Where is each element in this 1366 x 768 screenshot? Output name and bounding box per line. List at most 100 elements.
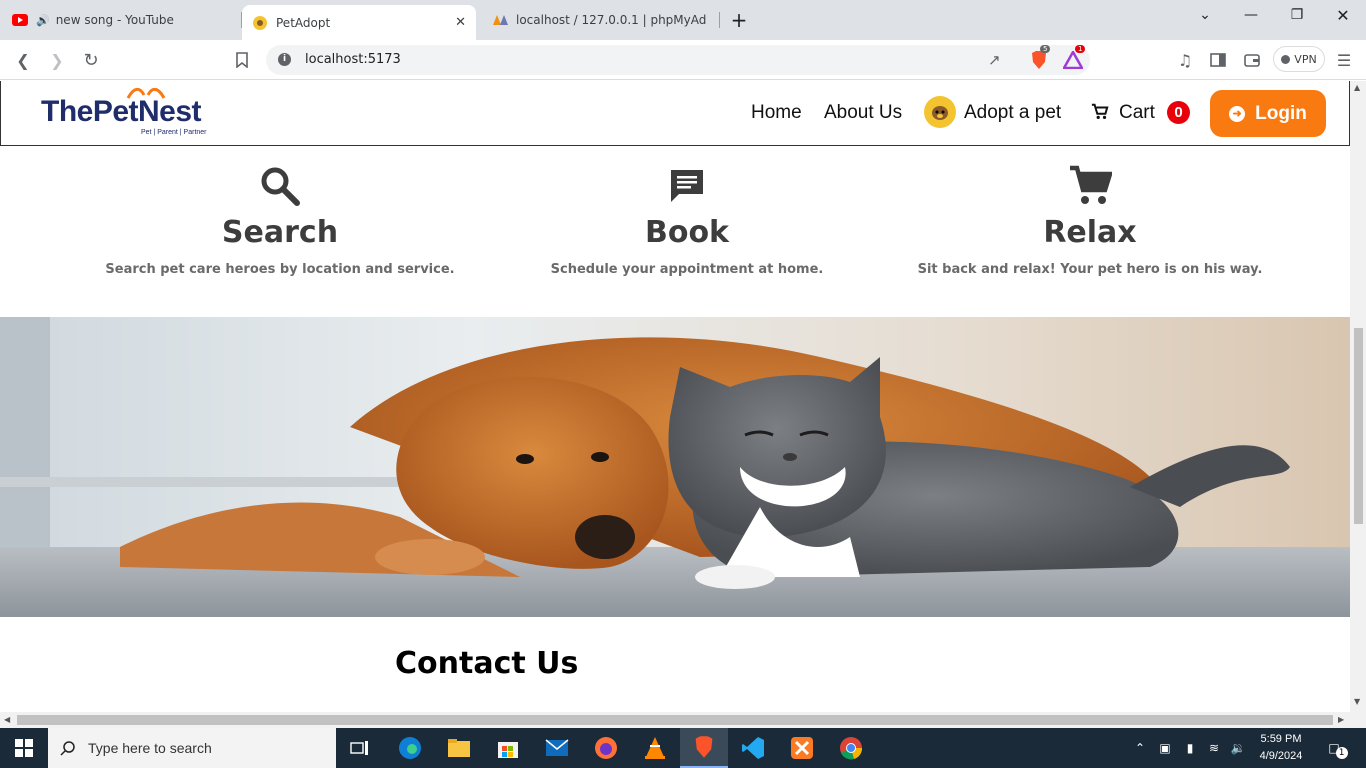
- nav-home-link[interactable]: Home: [751, 102, 802, 124]
- site-navbar: ThePetNest Pet | Parent | Partner Home A…: [0, 81, 1350, 146]
- speaker-icon[interactable]: 🔊: [36, 14, 50, 27]
- tab-petadopt[interactable]: PetAdopt ✕: [242, 5, 476, 40]
- browser-tab-strip: 🔊 new song - YouTube PetAdopt ✕ localhos…: [0, 0, 1366, 40]
- chevron-down-icon: ⌄: [1199, 7, 1211, 23]
- file-explorer-app[interactable]: [435, 728, 483, 768]
- plus-icon: +: [730, 8, 748, 32]
- brave-rewards-button[interactable]: 1: [1061, 45, 1086, 72]
- volume-button[interactable]: 🔉: [1227, 728, 1249, 768]
- vscode-app[interactable]: [729, 728, 777, 768]
- feature-book: Book Schedule your appointment at home.: [487, 161, 887, 277]
- chrome-icon: [840, 737, 863, 760]
- address-bar[interactable]: i localhost:5173 ↗: [266, 45, 1090, 75]
- restore-icon: ❐: [1290, 7, 1304, 23]
- url-text[interactable]: localhost:5173: [305, 52, 401, 67]
- meet-now-button[interactable]: ▣: [1155, 728, 1175, 768]
- tab-title: PetAdopt: [276, 15, 331, 30]
- mail-app[interactable]: [533, 728, 581, 768]
- scroll-left-icon[interactable]: ◀: [4, 715, 10, 724]
- battery-button[interactable]: ▮: [1179, 728, 1201, 768]
- browser-toolbar: ❮ ❯ ↻ i localhost:5173 ↗ 5 1 ♫ VPN ☰: [0, 40, 1366, 80]
- scroll-right-icon[interactable]: ▶: [1338, 715, 1344, 724]
- cart-icon: [890, 161, 1290, 211]
- media-button[interactable]: ♫: [1173, 48, 1197, 72]
- sidebar-button[interactable]: [1206, 48, 1230, 72]
- notifications-button[interactable]: □ 1: [1318, 728, 1358, 768]
- vertical-scroll-thumb[interactable]: [1354, 328, 1363, 524]
- brave-app[interactable]: [680, 728, 728, 768]
- brave-lion-icon: [695, 736, 713, 758]
- rewards-triangle-icon: [1063, 51, 1083, 69]
- tab-divider: [719, 12, 720, 28]
- windows-taskbar: Type here to search ⌃ ▣ ▮ ≋ 🔉 5:59 PM 4/…: [0, 728, 1366, 768]
- edge-app[interactable]: [386, 728, 434, 768]
- back-button[interactable]: ❮: [11, 48, 35, 72]
- info-icon[interactable]: i: [278, 53, 291, 66]
- scroll-up-icon[interactable]: ▲: [1354, 83, 1360, 92]
- store-icon: [498, 742, 518, 758]
- mail-icon: [545, 739, 569, 756]
- menu-button[interactable]: ☰: [1332, 48, 1356, 72]
- scroll-down-icon[interactable]: ▼: [1354, 697, 1360, 706]
- adopt-pet-icon[interactable]: [924, 96, 956, 128]
- search-icon: [80, 161, 480, 211]
- vpn-status-icon: [1281, 54, 1291, 64]
- vpn-button[interactable]: VPN: [1273, 46, 1325, 72]
- nav-adopt-link[interactable]: Adopt a pet: [964, 102, 1061, 124]
- cart-icon[interactable]: [1091, 103, 1109, 121]
- close-icon: ✕: [1336, 5, 1350, 25]
- hamburger-icon: ☰: [1336, 50, 1352, 70]
- vertical-scrollbar[interactable]: ▲ ▼: [1350, 81, 1366, 712]
- firefox-icon: [595, 737, 617, 759]
- feature-title: Book: [644, 215, 730, 250]
- task-view-button[interactable]: [336, 728, 384, 768]
- logo-tagline: Pet | Parent | Partner: [141, 129, 207, 136]
- minimize-button[interactable]: —: [1228, 0, 1274, 30]
- vlc-app[interactable]: [631, 728, 679, 768]
- tab-youtube[interactable]: 🔊 new song - YouTube: [2, 5, 240, 35]
- chrome-app[interactable]: [827, 728, 875, 768]
- share-icon[interactable]: ↗: [988, 51, 1001, 69]
- phpmyadmin-icon: [492, 12, 508, 28]
- taskbar-search-box[interactable]: Type here to search: [48, 728, 336, 768]
- new-tab-button[interactable]: +: [722, 5, 756, 35]
- feature-text: Search pet care heroes by location and s…: [105, 262, 455, 277]
- tab-title: new song - YouTube: [55, 13, 174, 27]
- reload-button[interactable]: ↻: [79, 48, 103, 72]
- windows-logo-icon: [15, 739, 33, 757]
- network-button[interactable]: ≋: [1203, 728, 1225, 768]
- edge-icon: [399, 737, 421, 759]
- start-button[interactable]: [0, 728, 48, 768]
- nav-about-link[interactable]: About Us: [824, 102, 902, 124]
- hero-image-dog-and-cat: [0, 317, 1350, 617]
- task-view-icon: [350, 741, 368, 755]
- logo-wordmark: ThePetNest: [41, 95, 202, 128]
- web-page: ThePetNest Pet | Parent | Partner Home A…: [0, 81, 1350, 712]
- restore-button[interactable]: ❐: [1274, 0, 1320, 30]
- taskbar-clock[interactable]: 5:59 PM 4/9/2024: [1250, 731, 1312, 765]
- tray-overflow-button[interactable]: ⌃: [1130, 728, 1150, 768]
- close-tab-icon[interactable]: ✕: [455, 15, 466, 30]
- site-logo[interactable]: ThePetNest Pet | Parent | Partner: [41, 87, 226, 137]
- login-button[interactable]: ➜ Login: [1210, 90, 1326, 137]
- bookmark-button[interactable]: [230, 48, 254, 72]
- reload-icon: ↻: [83, 49, 99, 71]
- firefox-app[interactable]: [582, 728, 630, 768]
- taskbar-search-placeholder: Type here to search: [88, 740, 212, 756]
- search-icon: [60, 741, 75, 756]
- wallet-button[interactable]: [1240, 48, 1264, 72]
- horizontal-scroll-thumb[interactable]: [17, 715, 1333, 725]
- store-app[interactable]: [484, 728, 532, 768]
- close-window-button[interactable]: ✕: [1320, 0, 1366, 30]
- arrow-right-icon: ❯: [50, 50, 64, 70]
- shield-count-badge: 5: [1040, 45, 1051, 53]
- nav-cart-link[interactable]: Cart: [1119, 102, 1155, 124]
- forward-button[interactable]: ❯: [45, 48, 69, 72]
- tab-search-button[interactable]: ⌄: [1182, 0, 1228, 30]
- camera-icon: ▣: [1159, 741, 1171, 755]
- xampp-app[interactable]: [778, 728, 826, 768]
- clock-date: 4/9/2024: [1259, 750, 1303, 762]
- tab-phpmyadmin[interactable]: localhost / 127.0.0.1 | phpMyAdmin 5: [482, 5, 718, 35]
- brave-shields-button[interactable]: 5: [1027, 45, 1051, 72]
- horizontal-scrollbar[interactable]: ◀ ▶: [0, 712, 1350, 728]
